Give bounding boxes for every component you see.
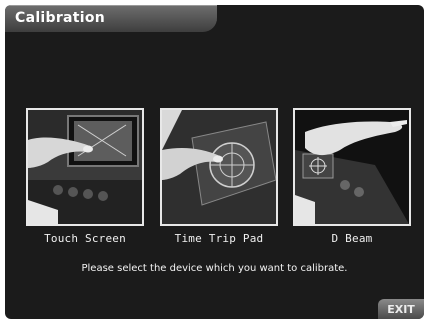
touch-screen-device-button[interactable] — [26, 108, 144, 226]
time-trip-pad-label: Time Trip Pad — [174, 232, 264, 245]
instruction-text: Please select the device which you want … — [81, 263, 348, 274]
touch-screen-photo-icon — [28, 110, 142, 224]
page-title: Calibration — [15, 10, 106, 26]
calibration-screen: Calibration Touch Screen Time Trip Pad D… — [5, 5, 424, 319]
time-trip-pad-photo-icon — [162, 110, 276, 224]
title-tab: Calibration — [5, 5, 217, 32]
time-trip-pad-device-button[interactable] — [160, 108, 278, 226]
d-beam-photo-icon — [295, 110, 409, 224]
exit-button[interactable]: EXIT — [378, 299, 424, 319]
d-beam-device-button[interactable] — [293, 108, 411, 226]
touch-screen-label: Touch Screen — [44, 232, 126, 245]
d-beam-label: D Beam — [331, 232, 373, 245]
